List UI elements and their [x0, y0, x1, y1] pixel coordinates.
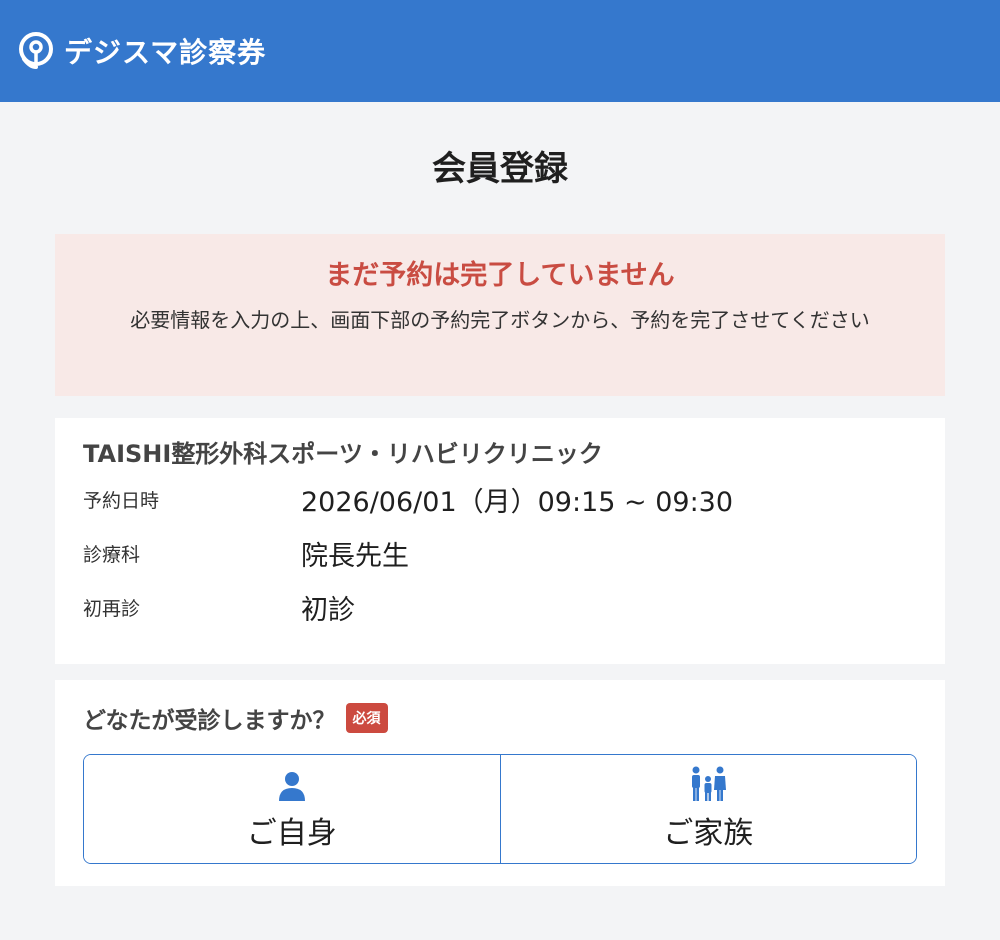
family-option-button[interactable]: ご家族	[499, 755, 916, 863]
info-label: 予約日時	[83, 489, 160, 512]
person-icon	[278, 766, 306, 802]
alert-title: まだ予約は完了していません	[325, 260, 675, 291]
page-title: 会員登録	[432, 149, 568, 189]
reservation-datetime-row: 予約日時 2026/06/01（月）09:15 ~ 09:30	[83, 472, 917, 526]
patient-select-card: どなたが受診しますか？ 必須 ご自身 ご家族	[55, 680, 945, 886]
required-badge: 必須	[345, 703, 388, 733]
info-label: 診療科	[83, 543, 141, 566]
patient-question: どなたが受診しますか？ 必須	[83, 698, 917, 738]
family-icon	[690, 766, 727, 802]
app-header: デジスマ診察券	[0, 0, 1000, 102]
department-row: 診療科 院長先生	[83, 526, 917, 580]
pin-logo-icon	[16, 31, 56, 71]
patient-choice-group: ご自身 ご家族	[83, 754, 917, 864]
info-label: 初再診	[83, 597, 141, 620]
self-option-button[interactable]: ご自身	[84, 755, 500, 863]
info-value: 2026/06/01（月）09:15 ~ 09:30	[301, 486, 734, 518]
self-option-label: ご自身	[246, 816, 337, 851]
reservation-summary-card: TAISHI整形外科スポーツ・リハビリクリニック 予約日時 2026/06/01…	[55, 418, 945, 664]
clinic-name: TAISHI整形外科スポーツ・リハビリクリニック	[83, 440, 603, 468]
app-name: デジスマ診察券	[64, 36, 267, 69]
question-text: どなたが受診しますか？	[83, 708, 336, 734]
incomplete-reservation-alert: まだ予約は完了していません 必要情報を入力の上、画面下部の予約完了ボタンから、予…	[55, 234, 945, 396]
visit-type-row: 初再診 初診	[83, 580, 917, 634]
info-value: 初診	[301, 594, 355, 626]
family-option-label: ご家族	[663, 816, 754, 851]
alert-message: 必要情報を入力の上、画面下部の予約完了ボタンから、予約を完了させてください	[130, 308, 870, 332]
info-value: 院長先生	[301, 540, 409, 572]
